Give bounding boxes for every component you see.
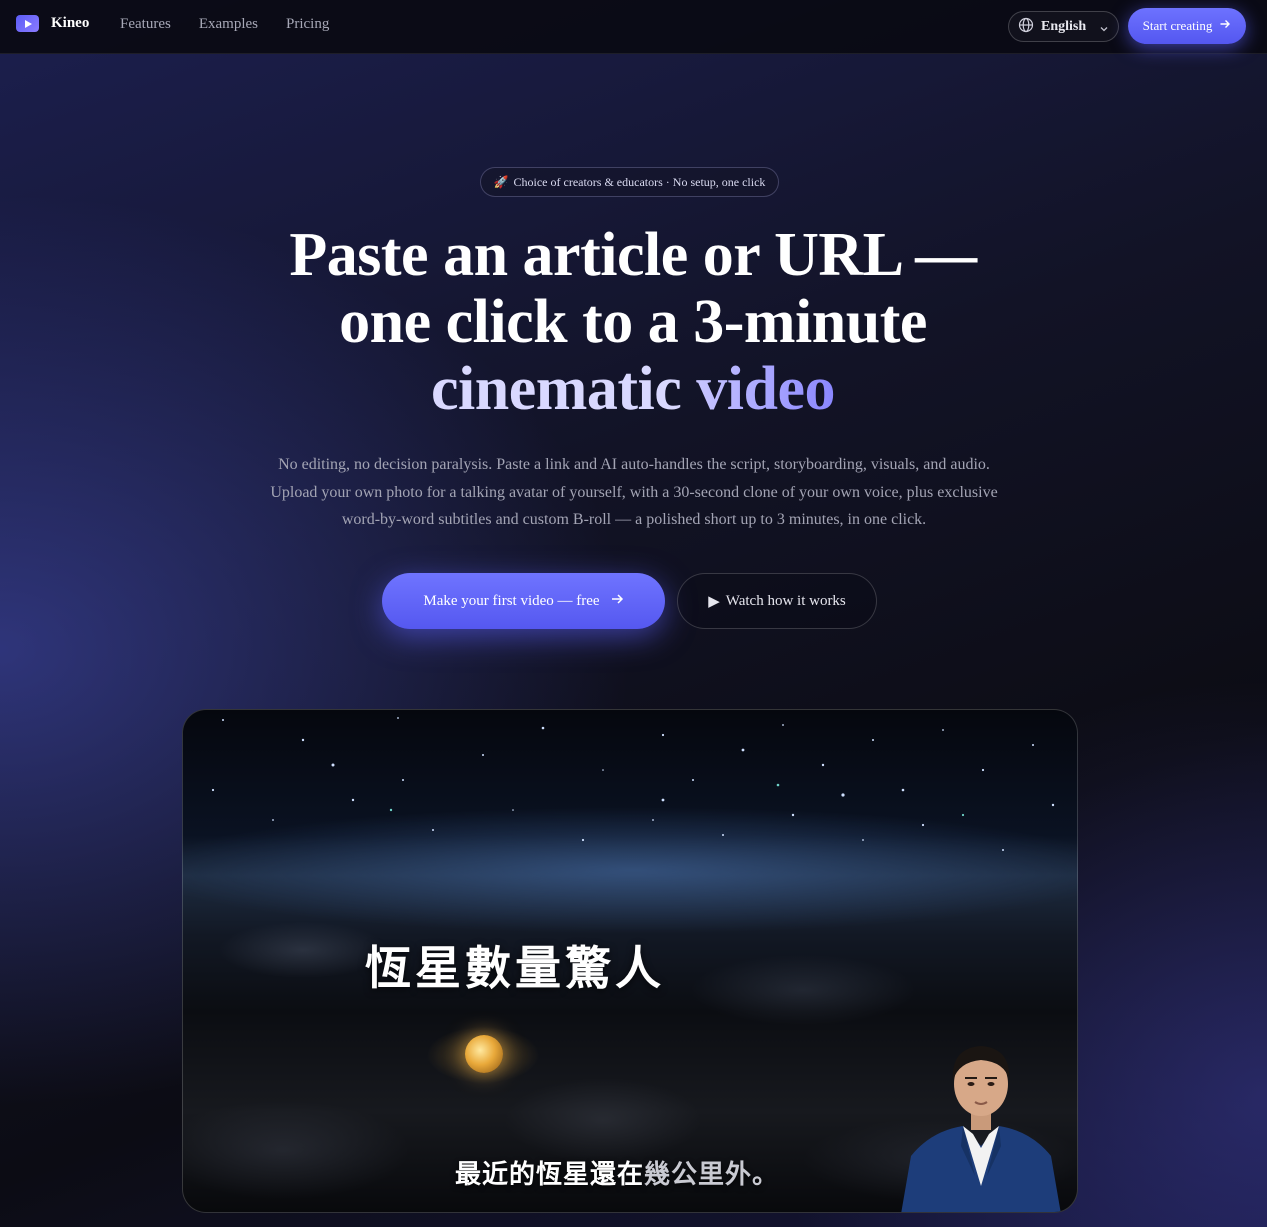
badge-text: Choice of creators & educators · No setu… bbox=[513, 174, 766, 189]
start-creating-label: Start creating bbox=[1142, 18, 1213, 33]
hero-badge: 🚀 Choice of creators & educators · No se… bbox=[480, 167, 779, 197]
brand-name: Kineo bbox=[51, 15, 90, 31]
glowing-orb bbox=[465, 1035, 503, 1073]
cta-secondary-label: Watch how it works bbox=[725, 592, 846, 609]
language-label: English bbox=[1041, 18, 1087, 34]
headline-line-3b: video bbox=[696, 355, 835, 423]
subtitle-spoken: 最近的恆星還在 bbox=[455, 1160, 645, 1190]
play-logo-icon bbox=[16, 15, 39, 32]
nav-links: Features Examples Pricing bbox=[120, 16, 329, 33]
hero-headline: Paste an article or URL — one click to a… bbox=[233, 222, 1033, 423]
subtitle-end: 。 bbox=[752, 1160, 780, 1190]
nav-link-pricing[interactable]: Pricing bbox=[286, 16, 329, 33]
nav-link-features[interactable]: Features bbox=[120, 16, 171, 33]
video-title-caption: 恆星數量驚人 bbox=[365, 941, 665, 995]
presenter-avatar bbox=[901, 1046, 1061, 1212]
brand-logo[interactable]: Kineo bbox=[16, 15, 89, 32]
cta-primary-label: Make your first video — free bbox=[423, 592, 600, 609]
chevron-down-icon bbox=[1098, 20, 1110, 39]
arrow-right-icon bbox=[1219, 18, 1231, 34]
globe-icon bbox=[1018, 17, 1034, 37]
play-icon: ▶ bbox=[708, 593, 720, 610]
hero-subtext: No editing, no decision paralysis. Paste… bbox=[270, 456, 998, 528]
top-nav: Kineo Features Examples Pricing English … bbox=[0, 0, 1267, 54]
subtitle-upcoming: 幾公里外 bbox=[644, 1160, 753, 1190]
nav-link-examples[interactable]: Examples bbox=[199, 16, 258, 33]
headline-line-1: Paste an article or URL — bbox=[289, 221, 977, 289]
headline-line-3a: cinematic bbox=[430, 355, 682, 423]
rocket-icon: 🚀 bbox=[493, 174, 509, 189]
video-subtitle: 最近的恆星還在幾公里外。 bbox=[455, 1154, 779, 1191]
video-preview[interactable]: 恆星數量驚人 最近的恆星還在幾公里外。 bbox=[182, 709, 1078, 1213]
watch-how-it-works-button[interactable]: ▶ Watch how it works bbox=[677, 573, 877, 629]
make-first-video-button[interactable]: Make your first video — free bbox=[382, 573, 665, 629]
start-creating-button[interactable]: Start creating bbox=[1128, 8, 1246, 44]
headline-line-2: one click to a 3-minute bbox=[339, 288, 927, 356]
language-selector[interactable]: English bbox=[1008, 11, 1119, 42]
arrow-right-icon bbox=[610, 592, 624, 611]
